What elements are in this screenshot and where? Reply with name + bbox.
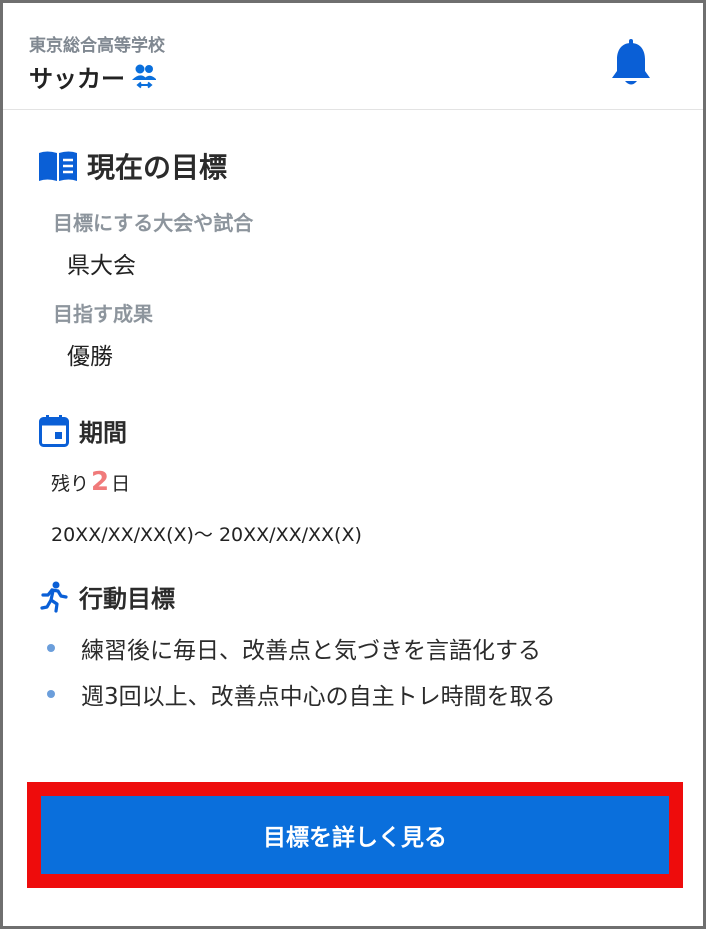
action-goal-text: 週3回以上、改善点中心の自主トレ時間を取る <box>81 684 556 710</box>
remaining-days: 残り 2 日 <box>51 467 130 497</box>
remaining-number: 2 <box>91 467 110 497</box>
period-title: 期間 <box>79 419 127 447</box>
highlight-box: 目標を詳しく見る <box>27 782 683 888</box>
remaining-suffix: 日 <box>111 473 131 495</box>
view-goal-details-button[interactable]: 目標を詳しく見る <box>41 796 669 874</box>
period-heading: 期間 <box>39 413 127 448</box>
action-goals-list: 練習後に毎日、改善点と気づきを言語化する 週3回以上、改善点中心の自主トレ時間を… <box>47 625 556 717</box>
bullet-icon <box>47 690 55 698</box>
running-icon <box>39 581 69 613</box>
bullet-icon <box>47 644 55 652</box>
list-item: 週3回以上、改善点中心の自主トレ時間を取る <box>47 671 556 717</box>
result-label: 目指す成果 <box>53 302 153 326</box>
bell-icon[interactable] <box>608 37 654 93</box>
result-value: 優勝 <box>67 344 113 370</box>
school-name: 東京総合高等学校 <box>29 36 165 56</box>
list-item: 練習後に毎日、改善点と気づきを言語化する <box>47 625 556 671</box>
current-goal-title: 現在の目標 <box>87 151 228 184</box>
current-goal-heading: 現在の目標 <box>37 146 227 186</box>
remaining-prefix: 残り <box>51 473 90 495</box>
action-goals-title: 行動目標 <box>79 585 175 613</box>
app-header: 東京総合高等学校 サッカー <box>3 3 703 110</box>
period-range: 20XX/XX/XX(X)〜 20XX/XX/XX(X) <box>51 524 362 546</box>
club-selector[interactable]: サッカー <box>29 59 159 94</box>
action-goals-heading: 行動目標 <box>39 579 175 614</box>
group-swap-icon[interactable] <box>129 62 159 92</box>
tournament-value: 県大会 <box>67 253 136 279</box>
app-frame: 東京総合高等学校 サッカー 現在の目標 目標にする大会や試合 県大会 目指す成果… <box>0 0 706 929</box>
calendar-icon <box>39 414 69 447</box>
club-name: サッカー <box>29 65 125 93</box>
action-goal-text: 練習後に毎日、改善点と気づきを言語化する <box>81 638 541 664</box>
tournament-label: 目標にする大会や試合 <box>53 211 254 235</box>
book-icon <box>37 149 79 183</box>
